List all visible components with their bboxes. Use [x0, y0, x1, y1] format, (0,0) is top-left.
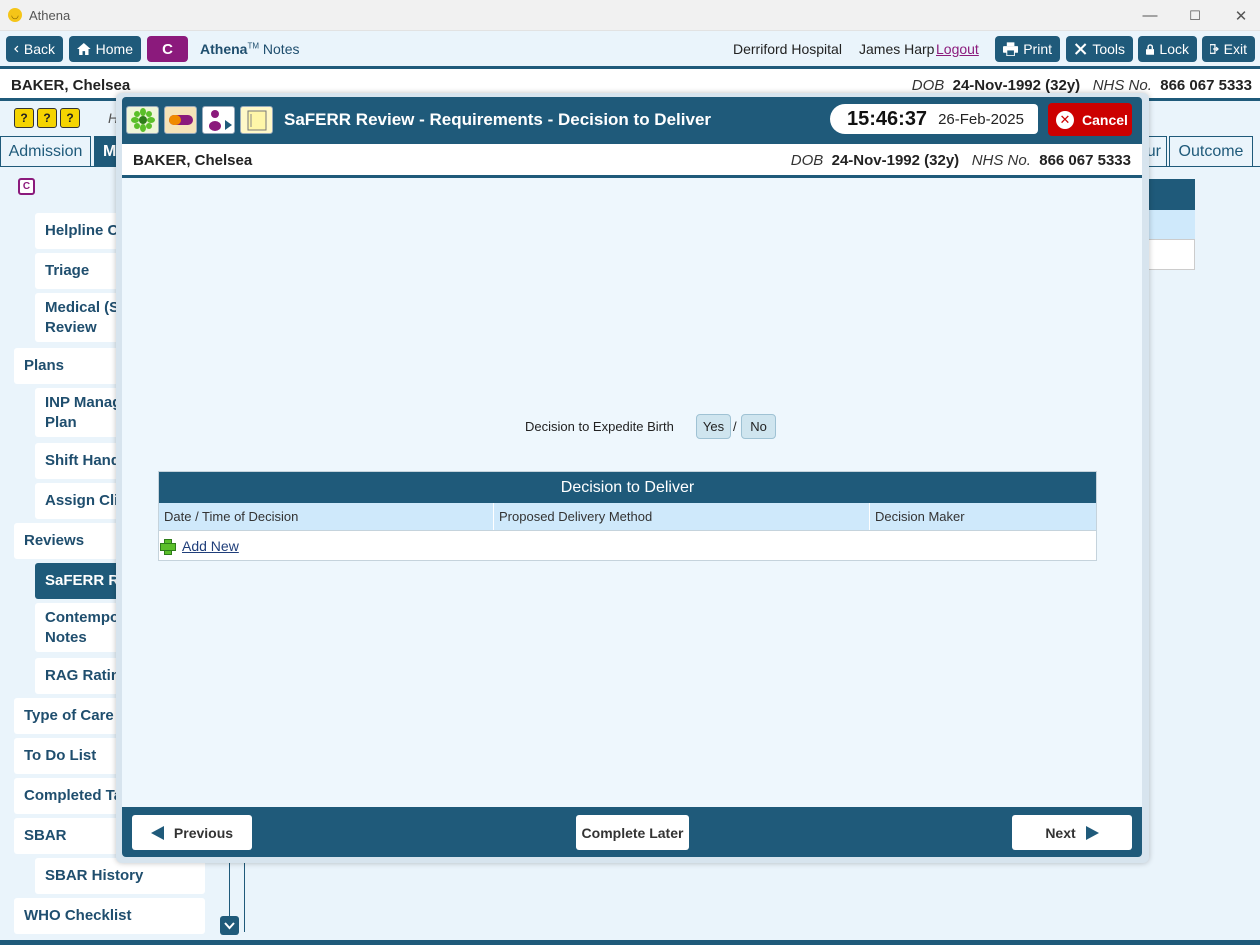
print-label: Print: [1023, 41, 1052, 57]
help-icon[interactable]: ?: [14, 108, 34, 128]
modal-patient-name: BAKER, Chelsea: [133, 152, 253, 169]
help-icon[interactable]: ?: [37, 108, 57, 128]
tab-admission[interactable]: Admission: [0, 136, 91, 167]
nav-sbar-history[interactable]: SBAR History: [35, 858, 205, 894]
tab-outcome[interactable]: Outcome: [1169, 136, 1253, 167]
add-new-row: Add New: [159, 531, 1096, 560]
home-button[interactable]: Home: [69, 36, 141, 62]
patient-icon[interactable]: [202, 106, 235, 134]
brand-name: Athena: [200, 41, 248, 57]
column-header: Date / Time of Decision: [159, 503, 494, 530]
notes-icon[interactable]: [240, 106, 273, 134]
home-label: Home: [95, 41, 133, 57]
close-window-button[interactable]: ✕: [1218, 0, 1260, 31]
nhs-value: 866 067 5333: [1160, 77, 1252, 94]
modal-patient-banner: BAKER, Chelsea DOB 24-Nov-1992 (32y) NHS…: [122, 144, 1142, 178]
dob-value: 24-Nov-1992 (32y): [952, 77, 1081, 94]
c-badge-button[interactable]: C: [147, 36, 188, 62]
arrow-right-icon: [1085, 825, 1099, 840]
content-divider: [244, 860, 245, 932]
patient-details: DOB 24-Nov-1992 (32y) NHS No. 866 067 53…: [912, 77, 1252, 94]
help-icon[interactable]: ?: [60, 108, 80, 128]
window-titlebar: ◡ Athena: [0, 0, 1260, 31]
previous-label: Previous: [173, 824, 234, 841]
table-title: Decision to Deliver: [159, 472, 1096, 503]
exit-icon: [1210, 44, 1219, 54]
print-button[interactable]: Print: [995, 36, 1060, 62]
app-toolbar: Back Home C AthenaTM Notes Derriford Hos…: [0, 31, 1260, 68]
decision-to-deliver-table: Decision to Deliver Date / Time of Decis…: [158, 471, 1097, 561]
modal-dob-value: 24-Nov-1992 (32y): [831, 152, 960, 169]
yes-no-separator: /: [733, 419, 737, 434]
nhs-label: NHS No.: [1092, 77, 1152, 94]
app-brand: AthenaTM Notes: [200, 41, 299, 57]
home-icon: [77, 43, 91, 55]
table-header-row: Date / Time of Decision Proposed Deliver…: [159, 503, 1096, 531]
modal-patient-details: DOB 24-Nov-1992 (32y) NHS No. 866 067 53…: [791, 152, 1131, 169]
nav-inp-line2: Plan: [45, 413, 77, 431]
nav-inp-line1: INP Manag: [45, 393, 122, 411]
scroll-down-button[interactable]: [220, 916, 239, 935]
back-label: Back: [23, 41, 55, 57]
next-label: Next: [1045, 824, 1076, 841]
nav-contempo-line2: Notes: [45, 628, 87, 646]
tools-button[interactable]: Tools: [1066, 36, 1133, 62]
chevron-down-icon: [224, 921, 235, 929]
dob-label: DOB: [911, 77, 945, 94]
lock-icon: [1146, 43, 1155, 55]
athena-app-icon: ◡: [8, 8, 22, 22]
next-button[interactable]: Next: [1012, 815, 1132, 850]
plus-icon[interactable]: [160, 538, 176, 555]
lock-button[interactable]: Lock: [1138, 36, 1197, 62]
minimize-button[interactable]: —: [1127, 0, 1173, 31]
maximize-button[interactable]: ☐: [1172, 0, 1218, 31]
window-title: Athena: [29, 7, 71, 23]
medication-icon[interactable]: [164, 106, 197, 134]
back-button[interactable]: Back: [6, 36, 63, 62]
cancel-button[interactable]: ✕ Cancel: [1048, 103, 1132, 136]
flower-icon[interactable]: [126, 106, 159, 134]
module-name: Notes: [262, 41, 300, 57]
patient-name: BAKER, Chelsea: [11, 77, 131, 94]
clock-date: 26-Feb-2025: [938, 110, 1024, 128]
no-button[interactable]: No: [741, 414, 776, 439]
decision-expedite-label: Decision to Expedite Birth: [525, 419, 674, 434]
modal-clock: 15:46:37 26-Feb-2025: [830, 104, 1038, 134]
modal-nhs-value: 866 067 5333: [1039, 152, 1131, 169]
column-header: Decision Maker: [875, 509, 965, 524]
hospital-name: Derriford Hospital: [733, 41, 842, 57]
tools-label: Tools: [1092, 41, 1125, 57]
lock-label: Lock: [1159, 41, 1189, 57]
column-header: Proposed Delivery Method: [494, 503, 870, 530]
logout-link[interactable]: Logout: [936, 41, 979, 57]
chevron-left-icon: [14, 45, 19, 53]
modal-title: SaFERR Review - Requirements - Decision …: [284, 110, 712, 129]
nav-who-checklist[interactable]: WHO Checklist: [14, 898, 205, 934]
user-name: James Harp: [859, 41, 935, 57]
clock-time: 15:46:37: [847, 107, 928, 130]
nav-contempo-line1: Contempor: [45, 608, 125, 626]
exit-label: Exit: [1223, 41, 1247, 57]
exit-button[interactable]: Exit: [1202, 36, 1255, 62]
arrow-left-icon: [150, 825, 164, 840]
bottom-stripe: [0, 940, 1260, 945]
add-new-link[interactable]: Add New: [182, 538, 239, 554]
help-icons: ? ? ?: [14, 108, 80, 128]
close-icon: ✕: [1056, 110, 1074, 129]
printer-icon: [1003, 42, 1019, 56]
c-icon[interactable]: C: [18, 178, 35, 195]
yes-button[interactable]: Yes: [696, 414, 731, 439]
tools-icon: [1074, 43, 1087, 55]
nav-medical-line2: Review: [45, 318, 97, 336]
complete-later-label: Complete Later: [581, 824, 684, 841]
complete-later-button[interactable]: Complete Later: [576, 815, 689, 850]
brand-tm: TM: [247, 41, 260, 51]
modal-dob-label: DOB: [790, 152, 824, 169]
modal-nhs-label: NHS No.: [971, 152, 1031, 169]
cancel-label: Cancel: [1082, 111, 1128, 128]
previous-button[interactable]: Previous: [132, 815, 252, 850]
